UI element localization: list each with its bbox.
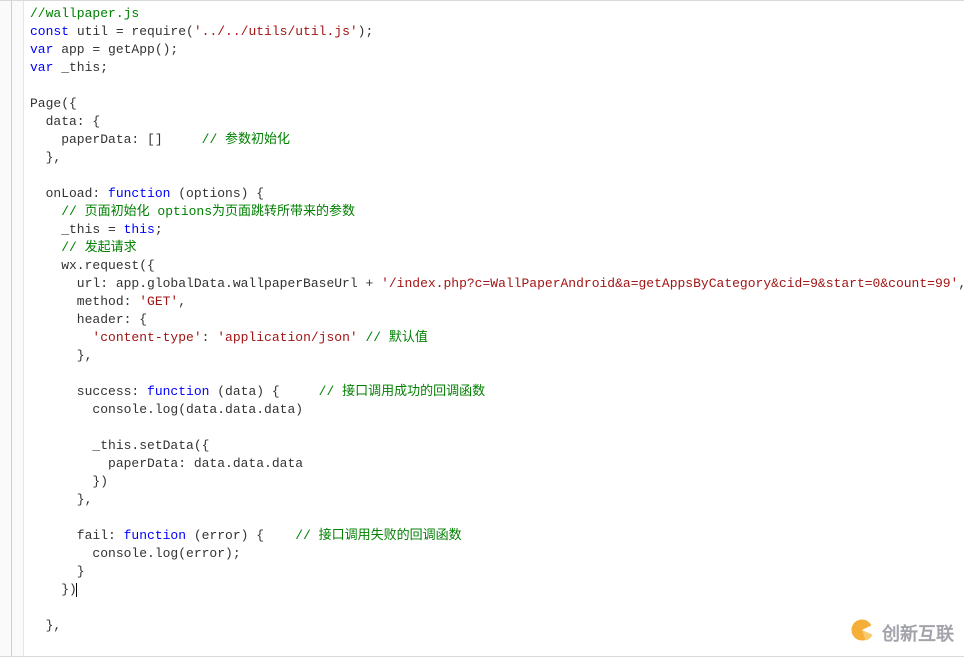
token-plain: app = getApp(); [53,42,178,57]
token-plain: ; [155,222,163,237]
code-line[interactable]: paperData: [] // 参数初始化 [30,131,964,149]
token-plain [30,330,92,345]
token-plain: }, [30,492,92,507]
token-plain: console.log(data.data.data) [30,402,303,417]
token-plain: }) [30,582,77,597]
code-line[interactable] [30,599,964,617]
code-line[interactable]: method: 'GET', [30,293,964,311]
token-plain: onLoad: [30,186,108,201]
token-plain: util = require( [69,24,194,39]
token-plain: }, [30,348,92,363]
token-string: '/index.php?c=WallPaperAndroid&a=getApps… [381,276,958,291]
code-line[interactable]: onLoad: function (options) { [30,185,964,203]
code-line[interactable] [30,77,964,95]
token-string: 'content-type' [92,330,201,345]
code-line[interactable]: // 页面初始化 options为页面跳转所带来的参数 [30,203,964,221]
token-plain: : [202,330,218,345]
code-line[interactable]: var app = getApp(); [30,41,964,59]
code-line[interactable]: }, [30,617,964,635]
token-comment: //wallpaper.js [30,6,139,21]
token-comment: // 参数初始化 [202,132,290,147]
code-line[interactable]: fail: function (error) { // 接口调用失败的回调函数 [30,527,964,545]
code-line[interactable]: header: { [30,311,964,329]
token-plain: console.log(error); [30,546,241,561]
code-line[interactable]: 'content-type': 'application/json' // 默认… [30,329,964,347]
token-plain [30,240,61,255]
code-line[interactable]: success: function (data) { // 接口调用成功的回调函… [30,383,964,401]
token-plain: header: { [30,312,147,327]
code-line[interactable] [30,365,964,383]
code-line[interactable]: const util = require('../../utils/util.j… [30,23,964,41]
token-keyword: this [124,222,155,237]
text-cursor [76,583,77,597]
code-line[interactable] [30,419,964,437]
code-line[interactable]: //wallpaper.js [30,5,964,23]
token-plain [358,330,366,345]
token-comment: // 默认值 [366,330,428,345]
code-line[interactable]: _this = this; [30,221,964,239]
token-plain: _this = [30,222,124,237]
code-line[interactable]: // 发起请求 [30,239,964,257]
token-plain: (error) { [186,528,295,543]
fold-guide-line [11,1,12,656]
token-comment: // 页面初始化 options为页面跳转所带来的参数 [61,204,355,219]
token-plain: _this.setData({ [30,438,209,453]
token-plain: (options) { [170,186,264,201]
token-string: '../../utils/util.js' [194,24,358,39]
code-editor: //wallpaper.js const util = require('../.… [0,0,964,657]
token-keyword: function [147,384,209,399]
code-line[interactable]: paperData: data.data.data [30,455,964,473]
token-plain: url: app.globalData.wallpaperBaseUrl + [30,276,381,291]
token-plain: , [958,276,964,291]
code-line[interactable]: _this.setData({ [30,437,964,455]
token-plain: paperData: [] [30,132,202,147]
token-plain: _this; [53,60,108,75]
code-line[interactable]: }, [30,347,964,365]
token-plain: }, [30,150,61,165]
code-line[interactable]: console.log(error); [30,545,964,563]
code-line[interactable]: } [30,563,964,581]
code-line[interactable]: console.log(data.data.data) [30,401,964,419]
code-line[interactable] [30,509,964,527]
token-plain: wx.request({ [30,258,155,273]
code-line[interactable]: wx.request({ [30,257,964,275]
token-comment: // 发起请求 [61,240,136,255]
token-plain: (data) { [209,384,318,399]
token-string: 'application/json' [217,330,357,345]
code-line[interactable]: var _this; [30,59,964,77]
token-keyword: var [30,42,53,57]
token-keyword: function [124,528,186,543]
token-keyword: const [30,24,69,39]
token-plain: } [30,564,85,579]
token-comment: // 接口调用成功的回调函数 [319,384,485,399]
code-line[interactable]: }) [30,473,964,491]
token-string: 'GET' [139,294,178,309]
code-line[interactable]: Page({ [30,95,964,113]
code-line[interactable]: }, [30,149,964,167]
token-plain: }, [30,618,61,633]
code-line[interactable]: data: { [30,113,964,131]
code-line[interactable] [30,167,964,185]
code-line[interactable]: url: app.globalData.wallpaperBaseUrl + '… [30,275,964,293]
token-plain: }) [30,474,108,489]
token-plain: success: [30,384,147,399]
token-keyword: function [108,186,170,201]
code-area[interactable]: //wallpaper.js const util = require('../.… [24,1,964,656]
token-plain: fail: [30,528,124,543]
code-line[interactable]: }, [30,491,964,509]
token-plain: method: [30,294,139,309]
token-plain: data: { [30,114,100,129]
token-plain: Page({ [30,96,77,111]
code-line[interactable]: }) [30,581,964,599]
token-comment: // 接口调用失败的回调函数 [295,528,461,543]
token-plain: paperData: data.data.data [30,456,303,471]
token-keyword: var [30,60,53,75]
fold-gutter [0,1,24,656]
token-plain: ); [358,24,374,39]
token-plain: , [178,294,186,309]
token-plain [30,204,61,219]
